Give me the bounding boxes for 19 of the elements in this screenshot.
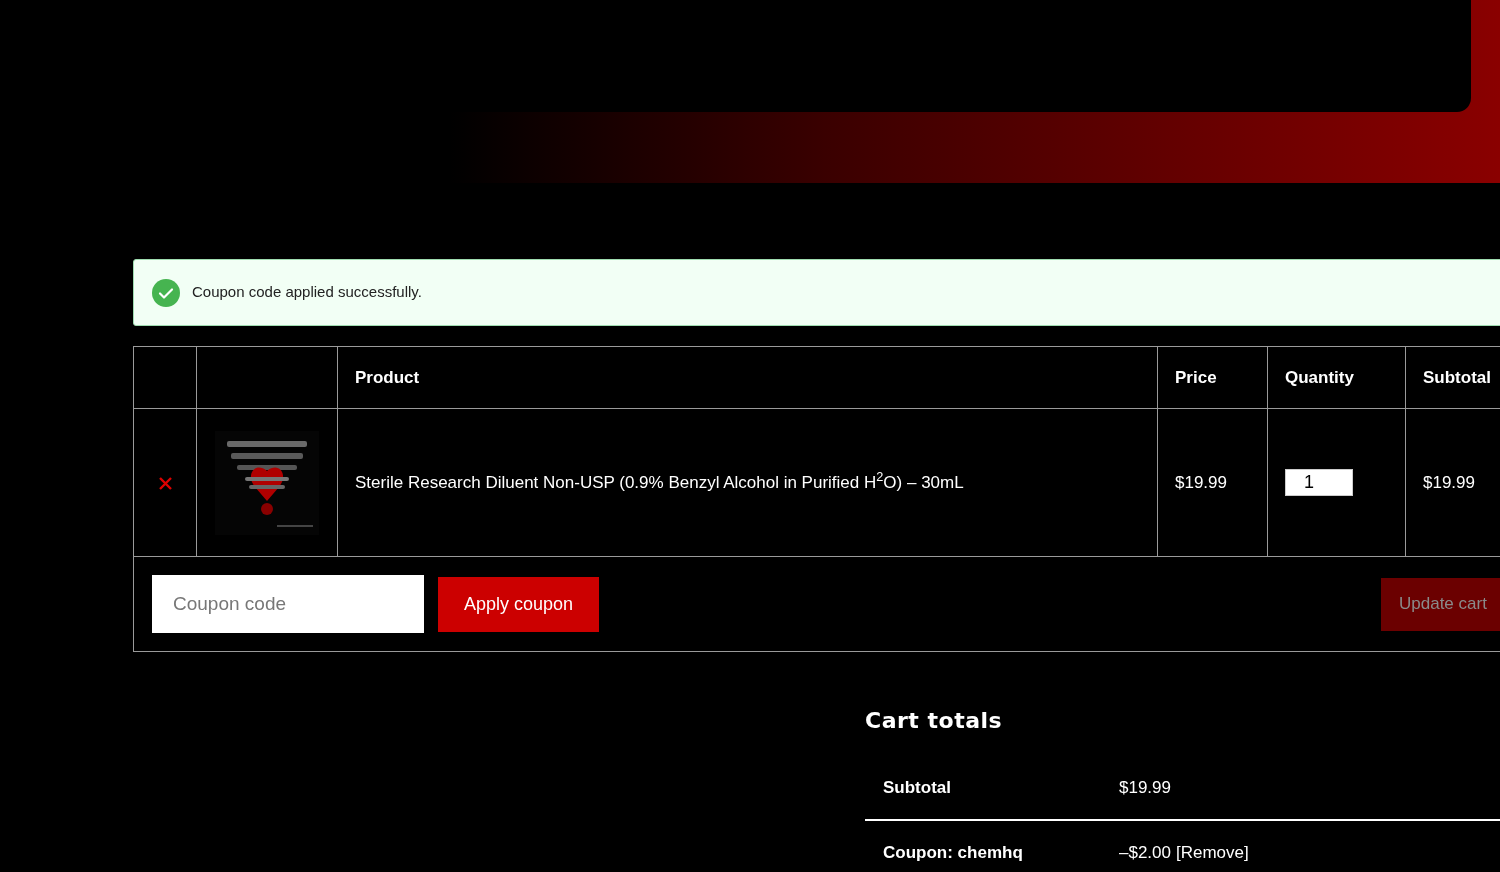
check-circle-icon [152, 278, 180, 307]
remove-coupon-link[interactable]: [Remove] [1176, 840, 1249, 866]
remove-item-button[interactable] [158, 476, 172, 490]
column-header: Product [355, 367, 420, 387]
notice-message: Coupon code applied successfully. [192, 282, 422, 303]
column-header: Quantity [1285, 367, 1354, 387]
totals-label: Subtotal [883, 777, 952, 800]
totals-value: $19.99 [1119, 777, 1171, 800]
column-header: Subtotal [1423, 367, 1491, 387]
cart-totals-heading: Cart totals [865, 707, 1004, 735]
price-text: $19.99 [1175, 472, 1227, 492]
product-name[interactable]: Sterile Research Diluent Non-USP (0.9% Benzyl Alcohol in Purified H$^{2}$O) – 30mL [355, 472, 964, 492]
column-header: Price [1175, 367, 1217, 387]
totals-label: Coupon: chemhq [883, 842, 1024, 865]
coupon-code-field[interactable]: Coupon code [152, 575, 424, 633]
apply-coupon-button[interactable]: Apply coupon [438, 576, 600, 632]
subtotal-text: $19.99 [1423, 472, 1475, 492]
quantity-field[interactable]: 1 [1285, 469, 1353, 496]
totals-value: –$2.00 [1119, 842, 1171, 865]
